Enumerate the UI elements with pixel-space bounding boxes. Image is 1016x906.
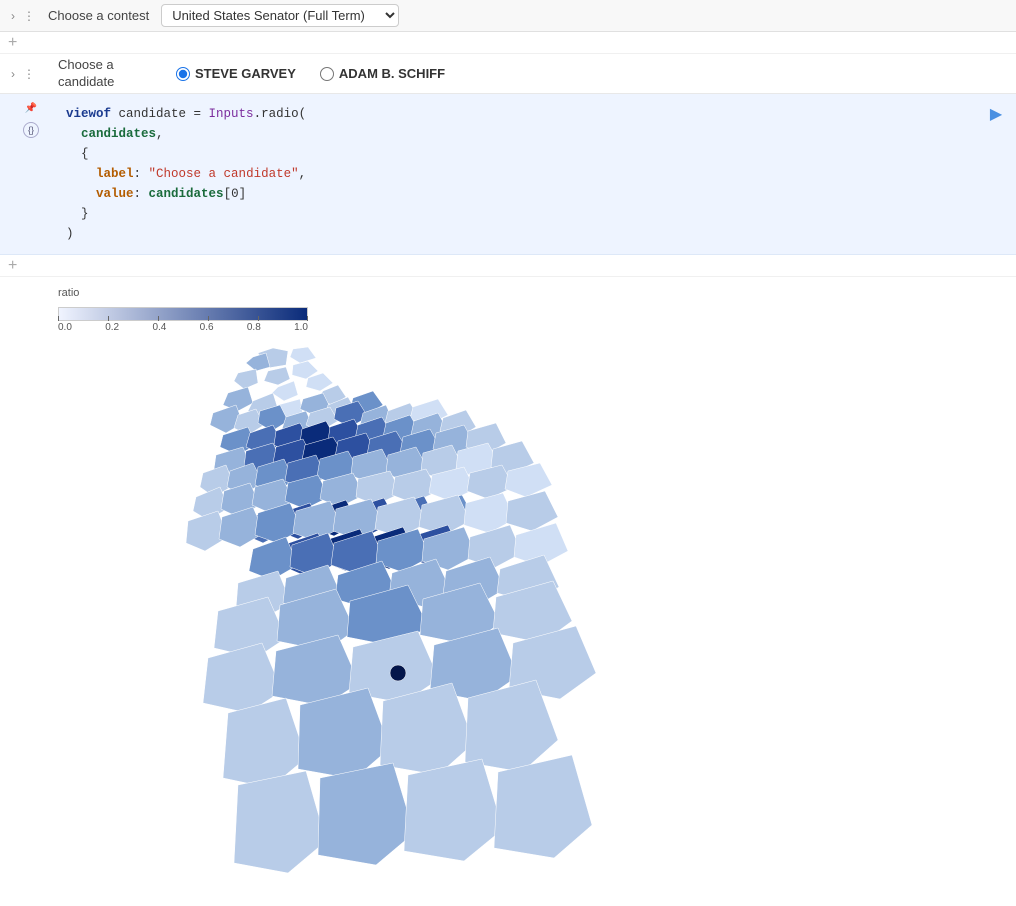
code-line-6: }: [66, 204, 1008, 224]
code-row-left-icons: 📌 {}: [0, 94, 58, 254]
add-cell-button-mid[interactable]: +: [0, 255, 1016, 277]
run-cell-button[interactable]: ▶: [986, 104, 1006, 124]
candidate-option-garvey[interactable]: STEVE GARVEY: [176, 66, 296, 81]
code-line-5: value: candidates[0]: [66, 184, 1008, 204]
candidate-row-icons: › ⋮: [0, 66, 58, 82]
code-editor[interactable]: viewof candidate = Inputs.radio( candida…: [58, 94, 1016, 254]
candidate-label: Choose a candidate: [58, 57, 168, 91]
code-row: 📌 {} viewof candidate = Inputs.radio( ca…: [0, 94, 1016, 255]
legend-title: ratio: [58, 287, 318, 299]
add-cell-button-top[interactable]: +: [0, 32, 1016, 54]
plus-icon-2: +: [8, 257, 17, 275]
candidate-name-garvey: STEVE GARVEY: [195, 66, 296, 81]
code-line-7: ): [66, 224, 1008, 244]
code-line-3: {: [66, 144, 1008, 164]
map-container: .p0 { fill: #d0dff5; stroke: #fff; strok…: [38, 343, 1016, 906]
chevron-right-icon-2[interactable]: ›: [8, 66, 18, 82]
candidate-option-schiff[interactable]: ADAM B. SCHIFF: [320, 66, 445, 81]
toolbar-icons-left: › ⋮: [8, 8, 38, 24]
cell-type-marker[interactable]: {}: [23, 122, 39, 138]
map-section: ratio 0.0 0.2 0.4 0.6 0.8 1.0: [0, 277, 1016, 906]
plus-icon: +: [8, 34, 17, 52]
candidate-name-schiff: ADAM B. SCHIFF: [339, 66, 445, 81]
dots-icon[interactable]: ⋮: [20, 8, 38, 24]
dark-precinct-marker: [390, 665, 406, 681]
legend-gradient-bar: [58, 307, 308, 321]
chevron-right-icon[interactable]: ›: [8, 8, 18, 24]
radio-garvey[interactable]: [176, 67, 190, 81]
choropleth-map: .p0 { fill: #d0dff5; stroke: #fff; strok…: [38, 343, 718, 903]
contest-select[interactable]: United States Senator (Full Term) United…: [161, 4, 399, 27]
code-line-1: viewof candidate = Inputs.radio(: [66, 104, 1008, 124]
legend-tick-labels: 0.0 0.2 0.4 0.6 0.8 1.0: [58, 321, 308, 333]
code-line-4: label: "Choose a candidate",: [66, 164, 1008, 184]
candidate-row: › ⋮ Choose a candidate STEVE GARVEY ADAM…: [0, 54, 1016, 94]
legend: ratio 0.0 0.2 0.4 0.6 0.8 1.0: [58, 287, 318, 333]
radio-schiff[interactable]: [320, 67, 334, 81]
toolbar-row: › ⋮ Choose a contest United States Senat…: [0, 0, 1016, 32]
pin-icon[interactable]: 📌: [22, 102, 40, 116]
code-line-2: candidates,: [66, 124, 1008, 144]
candidate-options: STEVE GARVEY ADAM B. SCHIFF: [168, 66, 445, 81]
contest-label: Choose a contest: [48, 8, 149, 23]
dots-icon-2[interactable]: ⋮: [20, 66, 38, 82]
